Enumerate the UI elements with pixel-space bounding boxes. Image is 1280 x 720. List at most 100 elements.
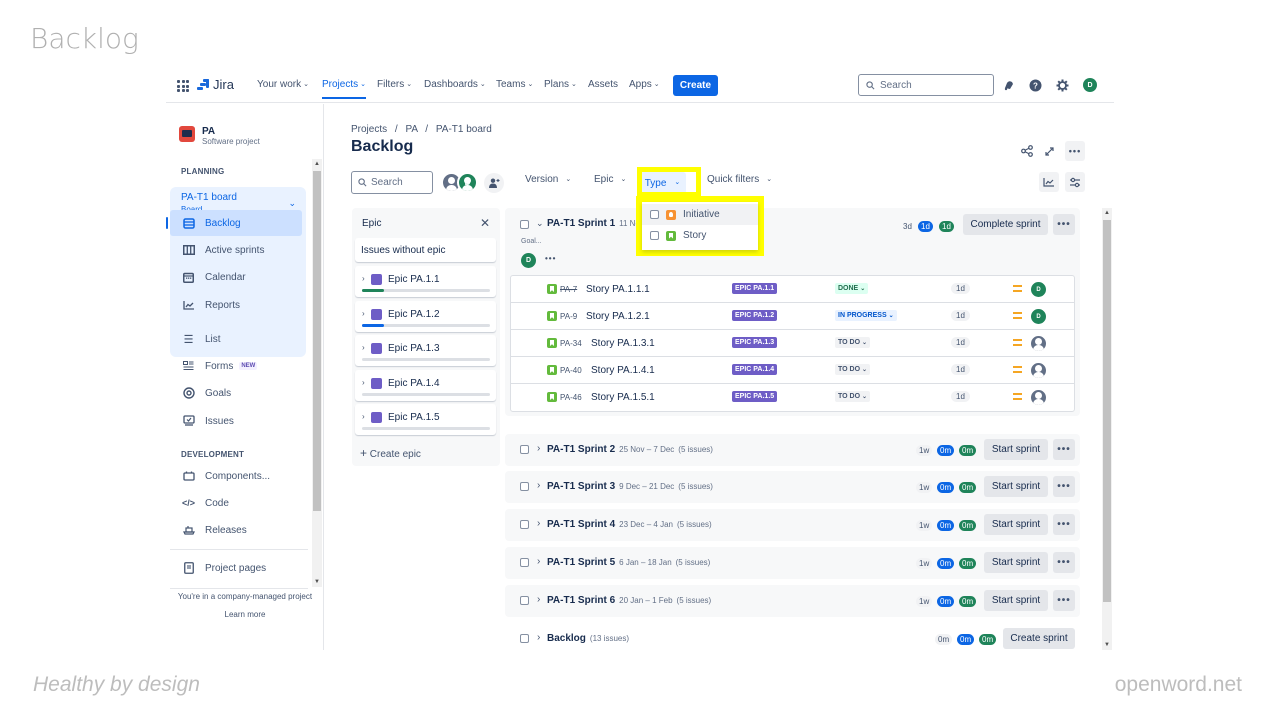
backlog-title[interactable]: Backlog (13 issues) — [547, 633, 629, 644]
unassigned-avatar-icon[interactable] — [1031, 363, 1046, 378]
global-search-input[interactable]: Search — [858, 74, 994, 96]
backlog-checkbox[interactable] — [520, 634, 529, 643]
nav-teams[interactable]: Teams ⌄ — [496, 79, 533, 90]
sprint-title[interactable]: PA-T1 Sprint 1 11 Nov — [547, 218, 644, 229]
sprint-more-button[interactable]: ••• — [1053, 476, 1075, 497]
notifications-icon[interactable] — [1002, 78, 1016, 92]
sidebar-item-releases[interactable]: Releases — [170, 517, 302, 543]
chevron-right-icon[interactable]: › — [537, 518, 540, 529]
user-avatar[interactable]: D — [1083, 78, 1097, 92]
issue-summary[interactable]: Story PA.1.5.1 — [591, 392, 655, 403]
unassigned-avatar-icon[interactable] — [1031, 336, 1046, 351]
status-dropdown[interactable]: TO DO ⌄ — [835, 391, 871, 402]
unassigned-avatar-icon[interactable] — [1031, 390, 1046, 405]
jira-logo[interactable]: Jira — [197, 77, 234, 92]
start-sprint-button[interactable]: Start sprint — [984, 476, 1048, 497]
type-option-initiative[interactable]: Initiative — [642, 204, 758, 225]
scroll-down-arrow-icon[interactable]: ▼ — [1102, 640, 1112, 650]
start-sprint-button[interactable]: Start sprint — [984, 552, 1048, 573]
more-icon[interactable]: ••• — [545, 254, 556, 263]
more-actions-button[interactable]: ••• — [1065, 141, 1085, 161]
chevron-right-icon[interactable]: › — [537, 632, 540, 643]
status-dropdown[interactable]: TO DO ⌄ — [835, 364, 871, 375]
complete-sprint-button[interactable]: Complete sprint — [963, 214, 1048, 235]
breadcrumb-pa[interactable]: PA — [405, 124, 417, 135]
sprint-goal[interactable]: Goal... — [521, 238, 542, 245]
share-icon[interactable] — [1017, 141, 1037, 161]
settings-icon[interactable] — [1055, 78, 1069, 92]
sidebar-item-code[interactable]: </> Code — [170, 490, 302, 516]
issue-row[interactable]: PA-46 Story PA.1.5.1 EPIC PA.1.5 TO DO ⌄ 1d — [511, 384, 1074, 411]
option-checkbox[interactable] — [650, 231, 659, 240]
scroll-up-arrow-icon[interactable]: ▲ — [1102, 208, 1112, 218]
learn-more-link[interactable]: Learn more — [166, 610, 324, 619]
help-icon[interactable]: ? — [1028, 78, 1042, 92]
app-switcher-icon[interactable] — [177, 80, 189, 92]
issue-key[interactable]: PA-46 — [560, 393, 582, 402]
sprint-title[interactable]: PA-T1 Sprint 39 Dec – 21 Dec (5 issues) — [547, 481, 713, 492]
epic-card[interactable]: › Epic PA.1.3 — [355, 335, 496, 366]
project-header[interactable]: PA Software project — [179, 126, 260, 146]
issue-key[interactable]: PA-9 — [560, 312, 577, 321]
issue-key[interactable]: PA-7 — [560, 285, 577, 294]
sprint-more-button[interactable]: ••• — [1053, 514, 1075, 535]
nav-dashboards[interactable]: Dashboards ⌄ — [424, 79, 486, 90]
issue-estimate[interactable]: 1d — [951, 391, 970, 402]
quick-filters[interactable]: Quick filters ⌄ — [707, 174, 772, 185]
issue-estimate[interactable]: 1d — [951, 283, 970, 294]
epic-filter[interactable]: Epic ⌄ — [594, 174, 626, 185]
start-sprint-button[interactable]: Start sprint — [984, 439, 1048, 460]
chevron-right-icon[interactable]: › — [362, 412, 365, 421]
chevron-right-icon[interactable]: › — [537, 594, 540, 605]
type-option-story[interactable]: Story — [642, 225, 758, 246]
issue-summary[interactable]: Story PA.1.1.1 — [586, 284, 650, 295]
nav-your-work[interactable]: Your work ⌄ — [257, 79, 309, 90]
sprint-assignee-avatar[interactable]: D — [521, 253, 536, 268]
sidebar-item-reports[interactable]: Reports — [170, 292, 302, 318]
issue-summary[interactable]: Story PA.1.4.1 — [591, 365, 655, 376]
sprint-title[interactable]: PA-T1 Sprint 6 20 Jan – 1 Feb (5 issues) — [547, 595, 711, 606]
create-button[interactable]: Create — [673, 75, 718, 96]
epic-card[interactable]: › Epic PA.1.2 — [355, 300, 496, 332]
sidebar-item-active-sprints[interactable]: Active sprints — [170, 237, 302, 263]
breadcrumb-projects[interactable]: Projects — [351, 124, 387, 135]
sidebar-item-list[interactable]: ☰ List — [170, 326, 302, 352]
scroll-down-arrow-icon[interactable]: ▼ — [312, 577, 322, 587]
issue-estimate[interactable]: 1d — [951, 310, 970, 321]
sprint-more-button[interactable]: ••• — [1053, 439, 1075, 460]
scroll-up-arrow-icon[interactable]: ▲ — [312, 159, 322, 169]
create-epic-button[interactable]: + Create epic — [360, 446, 421, 460]
backlog-search-input[interactable]: Search — [351, 171, 433, 194]
sprint-checkbox[interactable] — [520, 520, 529, 529]
chevron-right-icon[interactable]: › — [362, 274, 365, 283]
chevron-right-icon[interactable]: › — [362, 378, 365, 387]
sprint-title[interactable]: PA-T1 Sprint 4 23 Dec – 4 Jan (5 issues) — [547, 519, 712, 530]
add-people-button[interactable] — [484, 173, 504, 193]
option-checkbox[interactable] — [650, 210, 659, 219]
issue-row[interactable]: PA-34 Story PA.1.3.1 EPIC PA.1.3 TO DO ⌄ 1d — [511, 330, 1074, 357]
main-scrollbar[interactable]: ▲ ▼ — [1102, 208, 1112, 650]
nav-filters[interactable]: Filters ⌄ — [377, 79, 412, 90]
sprint-checkbox[interactable] — [520, 558, 529, 567]
start-sprint-button[interactable]: Start sprint — [984, 590, 1048, 611]
issue-estimate[interactable]: 1d — [951, 337, 970, 348]
board-selector[interactable]: PA-T1 board — [181, 192, 237, 203]
issue-estimate[interactable]: 1d — [951, 364, 970, 375]
version-filter[interactable]: Version ⌄ — [525, 174, 571, 185]
sidebar-item-goals[interactable]: Goals — [170, 380, 302, 406]
create-sprint-button[interactable]: Create sprint — [1003, 628, 1075, 649]
sidebar-scrollbar-thumb[interactable] — [313, 171, 321, 511]
issue-row[interactable]: PA-7 Story PA.1.1.1 EPIC PA.1.1 DONE ⌄ 1d D — [511, 276, 1074, 303]
main-scrollbar-thumb[interactable] — [1103, 220, 1111, 602]
issues-without-epic[interactable]: Issues without epic — [355, 238, 496, 262]
sprint-title[interactable]: PA-T1 Sprint 56 Jan – 18 Jan (5 issues) — [547, 557, 710, 568]
view-settings-button[interactable] — [1065, 172, 1085, 192]
user-avatar-filter[interactable]: D — [457, 172, 478, 193]
issue-row[interactable]: PA-40 Story PA.1.4.1 EPIC PA.1.4 TO DO ⌄ 1d — [511, 357, 1074, 384]
sprint-checkbox[interactable] — [520, 445, 529, 454]
breadcrumb-board[interactable]: PA-T1 board — [436, 124, 492, 135]
sprint-checkbox[interactable] — [520, 220, 529, 229]
assignee-avatar[interactable]: D — [1031, 282, 1046, 297]
epic-card[interactable]: › Epic PA.1.4 — [355, 369, 496, 401]
sidebar-item-project-pages[interactable]: Project pages — [170, 555, 302, 581]
